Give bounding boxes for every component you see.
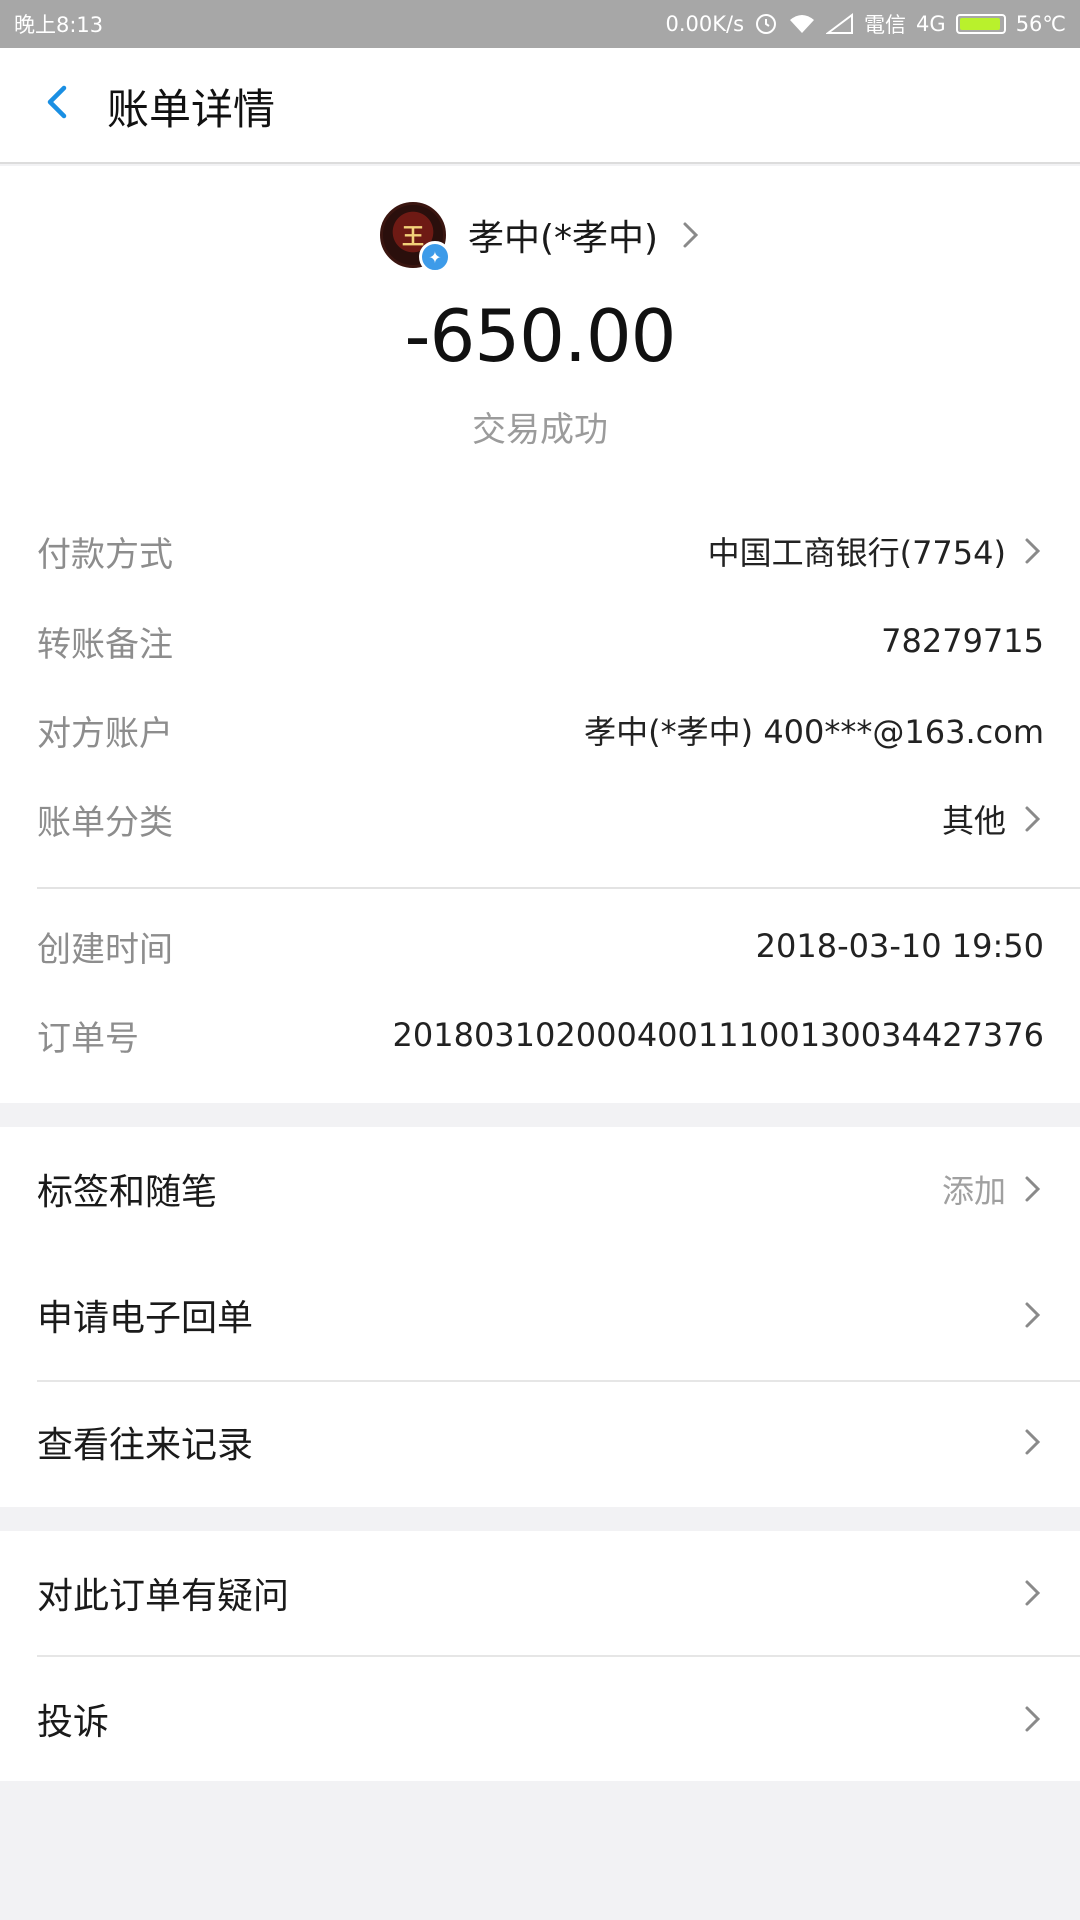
detail-label: 创建时间 [37, 929, 173, 970]
menu-label: 申请电子回单 [37, 1298, 254, 1339]
menu-right [1022, 1702, 1044, 1736]
payment-method-value: 中国工商银行(7754) [707, 534, 1006, 572]
counterparty-value: 孝中(*孝中) 400***@163.com [584, 713, 1044, 751]
chevron-right-icon [1025, 1706, 1041, 1732]
chevron-right-icon [1025, 1302, 1041, 1328]
history-records-item[interactable]: 查看往来记录 [0, 1380, 1080, 1504]
chevron-right-icon [1025, 1580, 1041, 1606]
menu-right [1022, 1298, 1044, 1332]
amount: -650.00 [404, 294, 677, 378]
detail-value-wrap: 中国工商银行(7754) [708, 528, 1044, 574]
order-number-row: 订单号 20180310200040011100130034427376 [37, 1005, 1044, 1065]
page-title: 账单详情 [107, 85, 276, 134]
detail-label: 付款方式 [37, 534, 173, 575]
counterparty-row: 对方账户 孝中(*孝中) 400***@163.com [37, 700, 1044, 760]
detail-label: 订单号 [37, 1018, 139, 1059]
chevron-right-icon [1025, 1429, 1041, 1455]
carrier-name: 電信 [864, 13, 907, 37]
divider [37, 887, 1080, 889]
menu-label: 标签和随笔 [37, 1172, 218, 1213]
complaint-item[interactable]: 投诉 [0, 1657, 1080, 1781]
bill-summary-card: 王 ✦ 孝中(*孝中) -650.00 交易成功 付款方式 中国工商银行(775… [0, 166, 1080, 1103]
detail-label: 对方账户 [37, 713, 173, 754]
battery-icon [955, 14, 1006, 34]
created-time-value: 2018-03-10 19:50 [755, 927, 1044, 965]
menu-right [1022, 1576, 1044, 1610]
order-question-item[interactable]: 对此订单有疑问 [0, 1531, 1080, 1655]
payee-name: 孝中(*孝中) [468, 218, 659, 259]
wifi-icon [790, 15, 815, 33]
actions-card: 标签和随笔 添加 申请电子回单 查看往来记录 [0, 1127, 1080, 1507]
transfer-note-value: 78279715 [881, 622, 1044, 660]
detail-label: 转账备注 [37, 624, 173, 665]
payment-method-row[interactable]: 付款方式 中国工商银行(7754) [37, 521, 1044, 581]
payee-link[interactable]: 王 ✦ 孝中(*孝中) [380, 202, 702, 273]
add-hint: 添加 [941, 1172, 1006, 1210]
alarm-icon [756, 14, 777, 34]
network-type: 4G [916, 12, 946, 36]
e-receipt-item[interactable]: 申请电子回单 [0, 1253, 1080, 1377]
status-icons: 0.00K/s 電信 4G 56℃ [666, 9, 1067, 39]
trade-status: 交易成功 [472, 410, 608, 450]
menu-label: 查看往来记录 [37, 1425, 254, 1466]
battery-level [959, 18, 1000, 30]
chevron-right-icon [683, 222, 699, 248]
status-time: 晚上8:13 [14, 13, 104, 37]
menu-right: 添加 [942, 1166, 1044, 1212]
menu-label: 对此订单有疑问 [37, 1576, 290, 1617]
category-row[interactable]: 账单分类 其他 [37, 789, 1044, 849]
category-value: 其他 [941, 802, 1006, 840]
back-arrow-icon[interactable] [30, 72, 90, 132]
chevron-right-icon [1025, 1176, 1041, 1202]
menu-label: 投诉 [37, 1702, 110, 1743]
chevron-right-icon [1025, 806, 1041, 832]
transfer-note-row: 转账备注 78279715 [37, 611, 1044, 671]
detail-value-wrap: 其他 [942, 796, 1044, 842]
net-speed: 0.00K/s [665, 12, 745, 36]
verified-badge-icon: ✦ [419, 241, 451, 273]
order-number-value: 20180310200040011100130034427376 [392, 1016, 1045, 1054]
chevron-right-icon [1025, 538, 1041, 564]
navbar: 账单详情 [0, 48, 1080, 164]
detail-label: 账单分类 [37, 802, 173, 843]
created-time-row: 创建时间 2018-03-10 19:50 [37, 916, 1044, 976]
signal-icon [826, 13, 854, 34]
tags-notes-item[interactable]: 标签和随笔 添加 [0, 1127, 1080, 1251]
temperature: 56℃ [1015, 12, 1066, 36]
support-card: 对此订单有疑问 投诉 [0, 1531, 1080, 1781]
status-bar: 晚上8:13 0.00K/s 電信 4G 56℃ [0, 0, 1080, 48]
menu-right [1022, 1425, 1044, 1459]
avatar: 王 ✦ [380, 202, 451, 273]
